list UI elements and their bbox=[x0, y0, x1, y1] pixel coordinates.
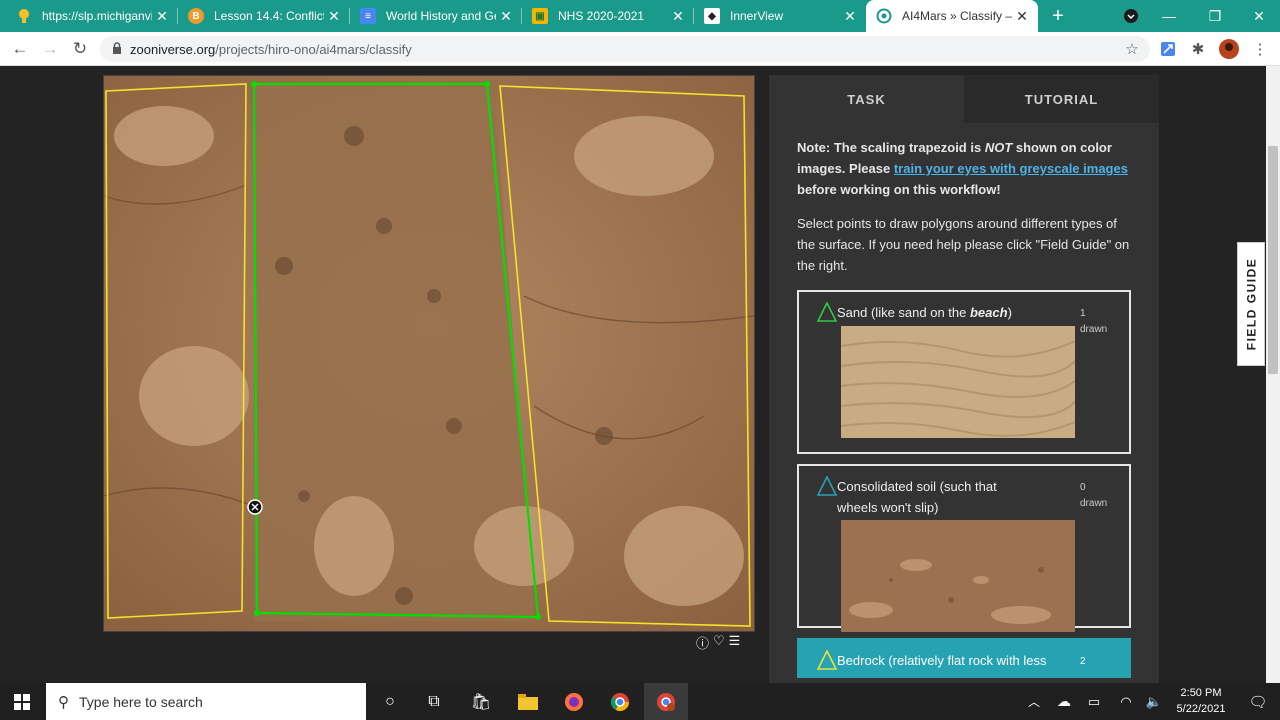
search-icon: ⚲ bbox=[58, 693, 69, 711]
triangle-tool-icon bbox=[817, 476, 837, 496]
lock-icon bbox=[112, 41, 122, 57]
chrome-icon[interactable] bbox=[598, 683, 642, 720]
browser-tab-strip: https://slp.michiganvirtual... ✕ B Lesso… bbox=[0, 0, 1280, 32]
classroom-icon: ▣ bbox=[532, 8, 548, 24]
close-tab-icon[interactable]: ✕ bbox=[324, 8, 344, 25]
choice-consolidated-soil[interactable]: Consolidated soil (such that wheels won'… bbox=[797, 464, 1131, 632]
close-tab-icon[interactable]: ✕ bbox=[152, 8, 172, 25]
browser-tab-active[interactable]: AI4Mars » Classify — Z ✕ bbox=[866, 0, 1038, 32]
store-icon[interactable]: 🛍 bbox=[459, 683, 503, 720]
system-clock[interactable]: 2:50 PM 5/22/2021 bbox=[1170, 685, 1232, 717]
cortana-icon[interactable]: ○ bbox=[368, 683, 412, 720]
greyscale-training-link[interactable]: train your eyes with greyscale images bbox=[894, 161, 1128, 176]
buzz-icon: B bbox=[188, 8, 204, 24]
choice-sand[interactable]: Sand (like sand on the beach) 1 drawn bbox=[797, 290, 1131, 454]
menu-kebab-icon[interactable]: ⋮ bbox=[1250, 39, 1270, 59]
choice-label: Bedrock (relatively flat rock with less bbox=[837, 653, 1047, 668]
soil-example-image bbox=[841, 520, 1075, 632]
new-tab-button[interactable]: + bbox=[1035, 0, 1081, 32]
task-instructions: Select points to draw polygons around di… bbox=[797, 216, 1130, 273]
page-scrollbar[interactable] bbox=[1266, 66, 1280, 683]
browser-toolbar: ← → ↻ zooniverse.org/projects/hiro-ono/a… bbox=[0, 32, 1280, 66]
drawn-count: 1 drawn bbox=[1080, 308, 1108, 335]
close-tab-icon[interactable]: ✕ bbox=[496, 8, 516, 25]
close-window-icon[interactable]: ✕ bbox=[1236, 0, 1280, 32]
task-view-icon[interactable]: ⧉ bbox=[412, 683, 456, 720]
delete-vertex-icon[interactable] bbox=[247, 499, 263, 515]
sand-example-image bbox=[841, 326, 1075, 438]
close-tab-icon[interactable]: ✕ bbox=[668, 8, 688, 25]
windows-taskbar: ⚲ Type here to search ○ ⧉ 🛍 ︿ ☁ ▭ ◠ 🔈 2:… bbox=[0, 683, 1280, 720]
browser-tab-2[interactable]: B Lesson 14.4: Conflicts ✕ bbox=[178, 0, 350, 32]
task-panel: TASK TUTORIAL Note: The scaling trapezoi… bbox=[769, 75, 1159, 683]
close-tab-icon[interactable]: ✕ bbox=[840, 8, 860, 25]
triangle-tool-icon bbox=[817, 650, 837, 670]
zooniverse-classify-page: ⓘ ♡ ☰ TASK TUTORIAL Note: The scaling tr… bbox=[0, 66, 1280, 683]
address-bar[interactable]: zooniverse.org/projects/hiro-ono/ai4mars… bbox=[100, 36, 1150, 62]
panel-tabs: TASK TUTORIAL bbox=[769, 75, 1159, 123]
browser-tab-1[interactable]: https://slp.michiganvirtual... ✕ bbox=[6, 0, 178, 32]
info-icon[interactable]: ⓘ bbox=[696, 633, 709, 652]
back-icon[interactable]: ← bbox=[8, 38, 32, 60]
taskbar-search-box[interactable]: ⚲ Type here to search bbox=[46, 683, 366, 720]
reload-icon[interactable]: ↻ bbox=[68, 38, 92, 60]
triangle-tool-icon bbox=[817, 302, 837, 322]
star-icon[interactable]: ☆ bbox=[1122, 39, 1142, 59]
windows-start-icon[interactable] bbox=[0, 683, 44, 720]
scaling-note: Note: The scaling trapezoid is NOT shown… bbox=[797, 140, 1128, 197]
file-explorer-icon[interactable] bbox=[506, 683, 550, 720]
wifi-icon[interactable]: ◠ bbox=[1112, 683, 1140, 720]
browser-tab-5[interactable]: ◆ InnerView ✕ bbox=[694, 0, 866, 32]
forward-icon[interactable]: → bbox=[38, 38, 62, 60]
minimize-icon[interactable]: — bbox=[1146, 0, 1192, 32]
url-text: zooniverse.org/projects/hiro-ono/ai4mars… bbox=[130, 41, 412, 57]
docs-icon: ≡ bbox=[360, 8, 376, 24]
extensions-puzzle-icon[interactable]: ✱ bbox=[1188, 39, 1208, 59]
chrome-profile-icon[interactable] bbox=[644, 683, 688, 720]
tab-task[interactable]: TASK bbox=[769, 75, 964, 123]
restore-icon[interactable]: ❐ bbox=[1192, 0, 1238, 32]
volume-icon[interactable]: 🔈 bbox=[1140, 683, 1168, 720]
profile-avatar[interactable] bbox=[1219, 39, 1239, 59]
mars-subject-image[interactable] bbox=[103, 75, 755, 632]
battery-icon[interactable]: ▭ bbox=[1080, 683, 1108, 720]
innerview-icon: ◆ bbox=[704, 8, 720, 24]
show-hidden-icons[interactable]: ︿ bbox=[1020, 683, 1048, 720]
choice-label: Sand (like sand on the beach) bbox=[837, 305, 1012, 320]
field-guide-button[interactable]: FIELD GUIDE bbox=[1237, 242, 1265, 366]
drawn-count: 2 bbox=[1080, 656, 1086, 667]
lightbulb-icon bbox=[16, 8, 32, 24]
extension-zoom-icon[interactable] bbox=[1158, 39, 1178, 59]
search-placeholder: Type here to search bbox=[79, 693, 203, 710]
notifications-icon[interactable]: 🗨 bbox=[1236, 683, 1280, 720]
collections-icon[interactable]: ☰ bbox=[729, 633, 741, 652]
zooniverse-icon bbox=[876, 8, 892, 24]
choice-label: Consolidated soil (such that wheels won'… bbox=[837, 479, 997, 515]
favorite-heart-icon[interactable]: ♡ bbox=[713, 633, 725, 652]
browser-tab-4[interactable]: ▣ NHS 2020-2021 ✕ bbox=[522, 0, 694, 32]
task-body: Note: The scaling trapezoid is NOT shown… bbox=[769, 123, 1159, 678]
choice-bedrock[interactable]: Bedrock (relatively flat rock with less … bbox=[797, 638, 1131, 678]
scrollbar-thumb[interactable] bbox=[1268, 146, 1278, 374]
tab-tutorial[interactable]: TUTORIAL bbox=[964, 75, 1159, 123]
drawn-count: 0 drawn bbox=[1080, 482, 1108, 509]
subject-actions: ⓘ ♡ ☰ bbox=[696, 633, 740, 652]
firefox-icon[interactable] bbox=[552, 683, 596, 720]
onedrive-cloud-icon[interactable]: ☁ bbox=[1050, 683, 1078, 720]
close-tab-icon[interactable]: ✕ bbox=[1012, 8, 1032, 25]
browser-tab-3[interactable]: ≡ World History and Ge... ✕ bbox=[350, 0, 522, 32]
